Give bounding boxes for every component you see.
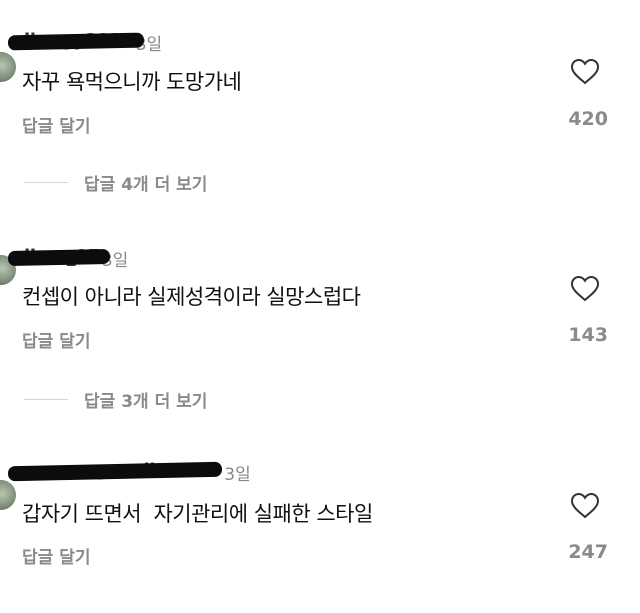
reply-button[interactable]: 답글 달기	[22, 327, 90, 352]
avatar[interactable]	[0, 52, 16, 82]
divider-line	[24, 182, 68, 183]
reply-button[interactable]: 답글 달기	[22, 112, 90, 137]
view-replies-label: 답글 3개 더 보기	[84, 392, 208, 412]
redaction-scribble	[7, 32, 144, 51]
divider-line	[24, 399, 68, 400]
comment-time: 3일	[224, 465, 251, 485]
view-replies-label: 답글 4개 더 보기	[84, 175, 208, 195]
heart-outline-icon[interactable]	[570, 492, 600, 520]
heart-outline-icon[interactable]	[570, 275, 600, 303]
like-count: 420	[568, 108, 608, 130]
username[interactable]: jjungy2022	[7, 30, 144, 51]
reply-button[interactable]: 답글 달기	[22, 543, 90, 568]
avatar[interactable]	[0, 480, 16, 510]
like-count: 143	[568, 324, 608, 346]
redaction-scribble	[7, 248, 111, 267]
like-count: 247	[568, 541, 608, 563]
comment-text: 갑자기 뜨면서 자기관리에 실패한 스타일	[22, 502, 373, 526]
comment-text: 자꾸 욕먹으니까 도망가네	[22, 70, 242, 94]
heart-outline-icon[interactable]	[570, 58, 600, 86]
username[interactable]: pureungaeulhanetl	[7, 460, 223, 482]
username[interactable]: limu_95	[7, 246, 111, 267]
comment-text: 컨셉이 아니라 실제성격이라 실망스럽다	[22, 285, 361, 309]
